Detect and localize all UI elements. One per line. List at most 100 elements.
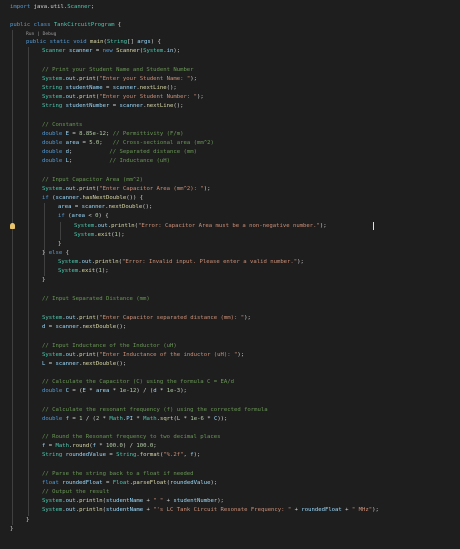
code-line[interactable]: double C = (E * area * 1e-12) / (d * 1e-…: [0, 387, 460, 396]
code-token: *: [95, 443, 107, 449]
codelens-run-debug[interactable]: Run | Debug: [26, 32, 56, 37]
code-token: float: [42, 480, 59, 486]
code-token: if: [58, 213, 65, 219]
code-token: String: [42, 85, 63, 91]
code-token: {: [62, 250, 69, 256]
code-line[interactable]: System.exit(1);: [0, 267, 460, 276]
code-line[interactable]: // Input Inductance of the Inductor (uH): [0, 342, 460, 351]
code-line[interactable]: double d; // Separated distance (mm): [0, 148, 460, 157]
code-line[interactable]: System.out.println("Error: Capacitor Are…: [0, 222, 460, 231]
code-line[interactable]: // Calculate the resonant frequency (f) …: [0, 406, 460, 415]
code-token: print: [79, 94, 96, 100]
code-token: double: [42, 158, 63, 164]
code-line[interactable]: double L; // Inductance (uH): [0, 157, 460, 166]
code-line[interactable]: }: [0, 240, 460, 249]
code-line[interactable]: System.out.println(studentName + " " + s…: [0, 497, 460, 506]
code-line[interactable]: d = scanner.nextDouble();: [0, 323, 460, 332]
code-token: ;: [99, 140, 113, 146]
code-token: System: [42, 315, 63, 321]
code-line[interactable]: public static void main(String[] args) {: [0, 38, 460, 47]
code-token: +: [163, 498, 174, 504]
code-token: +: [143, 498, 154, 504]
code-token: nextDouble: [82, 324, 117, 330]
code-line[interactable]: System.exit(1);: [0, 231, 460, 240]
code-token: =: [102, 85, 113, 91]
code-line[interactable]: if (area < 0) {: [0, 212, 460, 221]
code-token: // Constants: [42, 122, 83, 128]
code-line[interactable]: float roundedFloat = Float.parseFloat(ro…: [0, 479, 460, 488]
code-token: hasNextDouble: [82, 195, 127, 201]
code-line[interactable]: // Print your Student Name and Student N…: [0, 66, 460, 75]
code-line[interactable]: // Calculate the Capacitor (C) using the…: [0, 378, 460, 387]
code-token: );: [203, 186, 211, 192]
code-line[interactable]: // Constants: [0, 121, 460, 130]
code-line[interactable]: }: [0, 276, 460, 285]
code-line[interactable]: System.out.print("Enter Inductance of th…: [0, 351, 460, 360]
code-line[interactable]: System.out.print("Enter your Student Num…: [0, 93, 460, 102]
code-token: import: [10, 4, 31, 10]
code-token: String: [42, 452, 63, 458]
code-line[interactable]: System.out.print("Enter Capacitor separa…: [0, 314, 460, 323]
code-token: // Parse the string back to a float if n…: [42, 471, 194, 477]
code-token: +: [143, 507, 154, 513]
code-token: System: [58, 259, 79, 265]
code-line[interactable]: public class TankCircuitProgram {: [0, 21, 460, 30]
code-token: main: [90, 39, 104, 45]
code-line[interactable]: String studentName = scanner.nextLine();: [0, 84, 460, 93]
code-line[interactable]: System.out.print("Enter Capacitor Area (…: [0, 185, 460, 194]
code-line[interactable]: }: [0, 516, 460, 525]
code-token: );: [210, 480, 218, 486]
code-token: studentNumber: [65, 103, 110, 109]
code-line[interactable]: L = scanner.nextDouble();: [0, 360, 460, 369]
code-line[interactable]: // Input Separated Distance (mm): [0, 295, 460, 304]
code-line[interactable]: // Round the Resonant frequency to two d…: [0, 433, 460, 442]
code-token: Math: [109, 416, 123, 422]
code-token: *: [109, 388, 120, 394]
code-token: static: [49, 39, 70, 45]
code-token: =: [79, 140, 90, 146]
code-token: ();: [116, 361, 127, 367]
code-line[interactable]: double E = 8.85e-12; // Permittivity (F/…: [0, 130, 460, 139]
code-token: );: [244, 315, 251, 321]
code-line[interactable]: System.out.print("Enter your Student Nam…: [0, 75, 460, 84]
code-token: TankCircuitProgram: [53, 22, 115, 28]
code-token: }: [58, 241, 62, 247]
code-line[interactable]: double f = 1 / (2 * Math.PI * Math.sqrt(…: [0, 415, 460, 424]
code-line[interactable]: // Parse the string back to a float if n…: [0, 470, 460, 479]
code-line[interactable]: // Output the result: [0, 488, 460, 497]
code-token: =: [71, 204, 82, 210]
code-line[interactable]: System.out.println("Error: Invalid input…: [0, 258, 460, 267]
code-token: =: [45, 443, 56, 449]
code-token: // Cross-sectional area (mm^2): [112, 140, 214, 146]
code-token: out: [65, 76, 76, 82]
code-token: );: [217, 498, 224, 504]
code-line[interactable]: // Input Capacitor Area (mm^2): [0, 176, 460, 185]
code-token: =: [102, 480, 113, 486]
code-token: ();: [142, 204, 153, 210]
code-token: // Input Inductance of the Inductor (uH): [42, 343, 177, 349]
code-line[interactable]: }: [0, 525, 460, 534]
code-token: );: [297, 259, 304, 265]
code-token: *: [133, 416, 144, 422]
code-line[interactable]: } else {: [0, 249, 460, 258]
code-line[interactable]: Scanner scanner = new Scanner(System.in)…: [0, 47, 460, 56]
code-token: System: [42, 94, 63, 100]
code-token: );: [117, 232, 125, 238]
code-line[interactable]: double area = 5.0; // Cross-sectional ar…: [0, 139, 460, 148]
code-token: // Round the Resonant frequency to two d…: [42, 434, 221, 440]
code-token: scanner: [55, 324, 80, 330]
code-token: "Enter your Student Name: ": [99, 76, 191, 82]
code-token: nextLine: [139, 85, 167, 91]
code-token: nextDouble: [108, 204, 143, 210]
code-token: (: [64, 213, 72, 219]
code-line[interactable]: String roundedValue = String.format("%.2…: [0, 451, 460, 460]
code-line[interactable]: if (scanner.hasNextDouble()) {: [0, 194, 460, 203]
code-line[interactable]: area = scanner.nextDouble();: [0, 203, 460, 212]
code-token: System: [42, 186, 63, 192]
code-line[interactable]: System.out.println(studentName + "'s LC …: [0, 506, 460, 515]
code-token: ) /: [122, 443, 137, 449]
code-line[interactable]: import java.util.Scanner;: [0, 3, 460, 12]
code-line[interactable]: f = Math.round(f * 100.0) / 100.0;: [0, 442, 460, 451]
code-token: studentName: [106, 498, 144, 504]
code-line[interactable]: String studentNumber = scanner.nextLine(…: [0, 102, 460, 111]
